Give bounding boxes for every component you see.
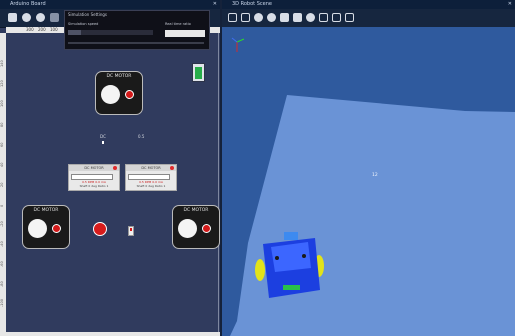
simulation-settings-dialog: Simulation Settings Simulation speed Rea… [64, 10, 210, 50]
push-button[interactable] [93, 222, 107, 236]
pin-marker [102, 141, 104, 144]
status-dot-icon [113, 166, 117, 170]
ratio-input[interactable] [165, 30, 205, 37]
led-indicator [192, 63, 205, 82]
motor-shaft-icon [101, 85, 120, 104]
arduino-board-window: Arduino Board ✕ 300 200 100 140 120 100 … [0, 0, 220, 336]
robot-scene-window: 3D Robot Scene ✕ 12 [222, 0, 515, 336]
progress-track [68, 42, 204, 44]
scene-viewport[interactable]: 12 [222, 0, 515, 336]
play-icon[interactable] [36, 13, 45, 22]
dc-motor-right[interactable]: DC MOTOR [172, 205, 220, 249]
left-titlebar: Arduino Board ✕ [0, 0, 220, 9]
robot-screw-icon [275, 256, 279, 260]
slider-fill [68, 30, 81, 35]
board-canvas[interactable]: DC MOTOR DC 0.5 DC MOTOR 0.5 RPM 0.0 mA … [6, 33, 220, 332]
robot-screw-icon [302, 254, 306, 258]
robot-sensor [284, 232, 298, 240]
record-icon[interactable] [22, 13, 31, 22]
dc-motor-left[interactable]: DC MOTOR [22, 205, 70, 249]
switch-knob [130, 228, 132, 231]
motor-pin-icon[interactable] [202, 224, 211, 233]
status-dot-icon [170, 166, 174, 170]
motor-pin-icon[interactable] [52, 224, 61, 233]
speed-slider[interactable] [68, 30, 153, 35]
dc-motor-top[interactable]: DC MOTOR [95, 71, 143, 115]
label-a: DC [100, 134, 106, 139]
left-window-title: Arduino Board [10, 1, 46, 7]
pane-divider [218, 33, 219, 332]
floor-label: 12 [372, 172, 378, 178]
ruler-bottom [0, 332, 220, 336]
left-wheel [255, 259, 265, 281]
label-b: 0.5 [138, 134, 145, 139]
robot-indicator [283, 285, 300, 290]
motor-info-panel-right: DC MOTOR 0.5 RPM 0.0 mA Shaft 0 deg Rati… [125, 164, 177, 191]
stop-icon[interactable] [50, 13, 59, 22]
toggle-switch[interactable] [128, 226, 134, 236]
motor-pin-icon[interactable] [125, 90, 134, 99]
led-fill [195, 67, 202, 79]
motor-info-panel-left: DC MOTOR 0.5 RPM 0.0 mA Shaft 0 deg Rati… [68, 164, 120, 191]
close-icon[interactable]: ✕ [213, 0, 217, 9]
motor-shaft-icon [28, 219, 47, 238]
cursor-icon[interactable] [8, 13, 17, 22]
motor-shaft-icon [178, 219, 197, 238]
